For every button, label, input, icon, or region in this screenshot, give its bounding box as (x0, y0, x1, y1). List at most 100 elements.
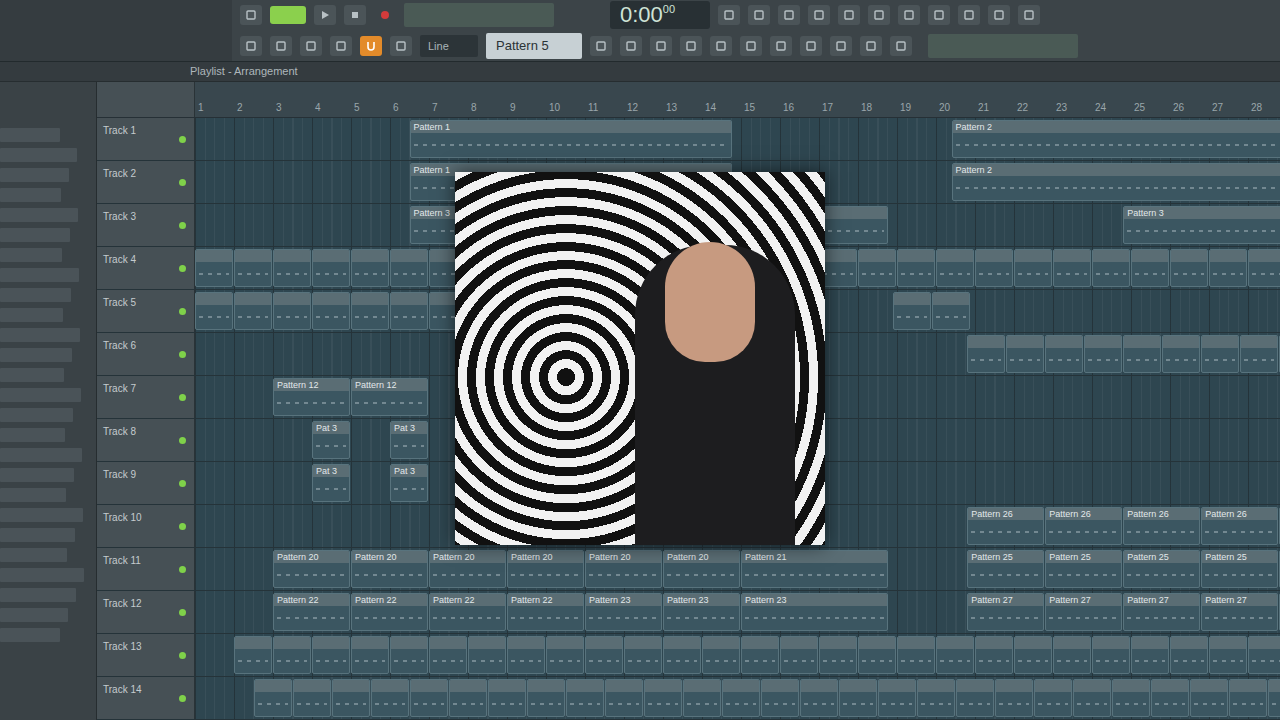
browser-item[interactable] (0, 128, 60, 142)
track-enable-led[interactable] (179, 265, 186, 272)
pattern-clip[interactable] (683, 679, 721, 717)
pattern-clip[interactable] (932, 292, 970, 330)
track-enable-led[interactable] (179, 308, 186, 315)
pattern-clip[interactable]: Pattern 12 (273, 378, 350, 416)
master-volume-icon[interactable] (240, 5, 262, 25)
track-lane[interactable]: Pattern 1Pattern 2 (195, 118, 1280, 160)
pattern-clip[interactable] (800, 679, 838, 717)
pattern-clip[interactable] (956, 679, 994, 717)
pattern-clip[interactable] (995, 679, 1033, 717)
track-enable-led[interactable] (179, 652, 186, 659)
pattern-clip[interactable] (1201, 335, 1239, 373)
browser-item[interactable] (0, 508, 83, 522)
track-lane[interactable]: Pattern 22Pattern 22Pattern 22Pattern 22… (195, 591, 1280, 633)
pattern-clip[interactable] (893, 292, 931, 330)
pattern-clip[interactable] (936, 249, 974, 287)
pattern-clip[interactable] (1006, 335, 1044, 373)
browser-item[interactable] (0, 368, 64, 382)
pattern-clip[interactable]: Pattern 20 (507, 550, 584, 588)
pattern-clip[interactable] (488, 679, 526, 717)
tool-icon[interactable] (740, 36, 762, 56)
pattern-clip[interactable]: Pat 3 (390, 421, 428, 459)
tool-icon[interactable] (650, 36, 672, 56)
pattern-clip[interactable]: Pattern 25 (1045, 550, 1122, 588)
tool-icon[interactable] (1018, 5, 1040, 25)
browser-item[interactable] (0, 208, 78, 222)
pattern-clip[interactable] (1084, 335, 1122, 373)
pattern-clip[interactable]: Pattern 2 (952, 163, 1280, 201)
pattern-clip[interactable] (1073, 679, 1111, 717)
browser-item[interactable] (0, 388, 81, 402)
track-header[interactable]: Track 13 (97, 634, 195, 676)
pattern-clip[interactable] (234, 636, 272, 674)
track-header[interactable]: Track 8 (97, 419, 195, 461)
browser-item[interactable] (0, 628, 60, 642)
tool-icon[interactable] (928, 5, 950, 25)
pattern-clip[interactable] (273, 292, 311, 330)
tool-icon[interactable] (808, 5, 830, 25)
tool-icon[interactable] (680, 36, 702, 56)
tool-icon[interactable] (718, 5, 740, 25)
track-header[interactable]: Track 9 (97, 462, 195, 504)
snap-dropdown[interactable]: Line (420, 35, 478, 58)
pattern-clip[interactable]: Pattern 21 (741, 550, 888, 588)
pattern-clip[interactable]: Pat 3 (390, 464, 428, 502)
play-icon[interactable] (314, 5, 336, 25)
pattern-clip[interactable] (507, 636, 545, 674)
pattern-clip[interactable] (1190, 679, 1228, 717)
pattern-clip[interactable] (1045, 335, 1083, 373)
pattern-clip[interactable] (967, 335, 1005, 373)
pattern-clip[interactable] (390, 636, 428, 674)
pattern-clip[interactable] (312, 636, 350, 674)
pattern-clip[interactable] (1014, 249, 1052, 287)
browser-item[interactable] (0, 168, 69, 182)
browser-item[interactable] (0, 528, 75, 542)
pattern-clip[interactable] (722, 679, 760, 717)
track-header[interactable]: Track 10 (97, 505, 195, 547)
pattern-clip[interactable] (1112, 679, 1150, 717)
pattern-clip[interactable]: Pattern 20 (351, 550, 428, 588)
pattern-clip[interactable]: Pattern 22 (429, 593, 506, 631)
track-enable-led[interactable] (179, 695, 186, 702)
pattern-clip[interactable] (1131, 636, 1169, 674)
pattern-clip[interactable]: Pattern 27 (1279, 593, 1280, 631)
pattern-clip[interactable] (858, 636, 896, 674)
tool-icon[interactable] (830, 36, 852, 56)
browser-item[interactable] (0, 488, 66, 502)
pattern-clip[interactable]: Pattern 22 (351, 593, 428, 631)
pattern-clip[interactable]: Pattern 27 (1201, 593, 1278, 631)
pattern-clip[interactable]: Pattern 1 (410, 120, 733, 158)
pattern-clip[interactable]: Pattern 27 (1123, 593, 1200, 631)
pattern-clip[interactable] (312, 292, 350, 330)
track-header[interactable]: Track 3 (97, 204, 195, 246)
pattern-clip[interactable] (897, 249, 935, 287)
browser-item[interactable] (0, 608, 68, 622)
pattern-clip[interactable]: Pattern 25 (1279, 550, 1280, 588)
tool-icon[interactable] (860, 36, 882, 56)
tool-icon[interactable] (778, 5, 800, 25)
track-lane[interactable] (195, 677, 1280, 719)
pattern-clip[interactable]: Pattern 20 (273, 550, 350, 588)
pattern-clip[interactable] (1248, 636, 1280, 674)
pattern-clip[interactable] (1123, 335, 1161, 373)
track-enable-led[interactable] (179, 351, 186, 358)
pattern-clip[interactable] (1131, 249, 1169, 287)
pattern-clip[interactable] (449, 679, 487, 717)
pattern-clip[interactable]: Pattern 22 (273, 593, 350, 631)
pattern-clip[interactable] (761, 679, 799, 717)
track-header[interactable]: Track 11 (97, 548, 195, 590)
browser-item[interactable] (0, 228, 70, 242)
pattern-clip[interactable] (332, 679, 370, 717)
pattern-clip[interactable]: Pattern 26 (1201, 507, 1278, 545)
browser-item[interactable] (0, 308, 63, 322)
tool-icon[interactable] (838, 5, 860, 25)
record-icon[interactable] (374, 5, 396, 25)
pattern-clip[interactable] (1268, 679, 1280, 717)
pattern-clip[interactable] (351, 249, 389, 287)
tool-icon[interactable] (270, 36, 292, 56)
pattern-clip[interactable] (1162, 335, 1200, 373)
browser-item[interactable] (0, 408, 73, 422)
pattern-clip[interactable]: Pattern 20 (663, 550, 740, 588)
pattern-clip[interactable] (1092, 249, 1130, 287)
browser-item[interactable] (0, 348, 72, 362)
